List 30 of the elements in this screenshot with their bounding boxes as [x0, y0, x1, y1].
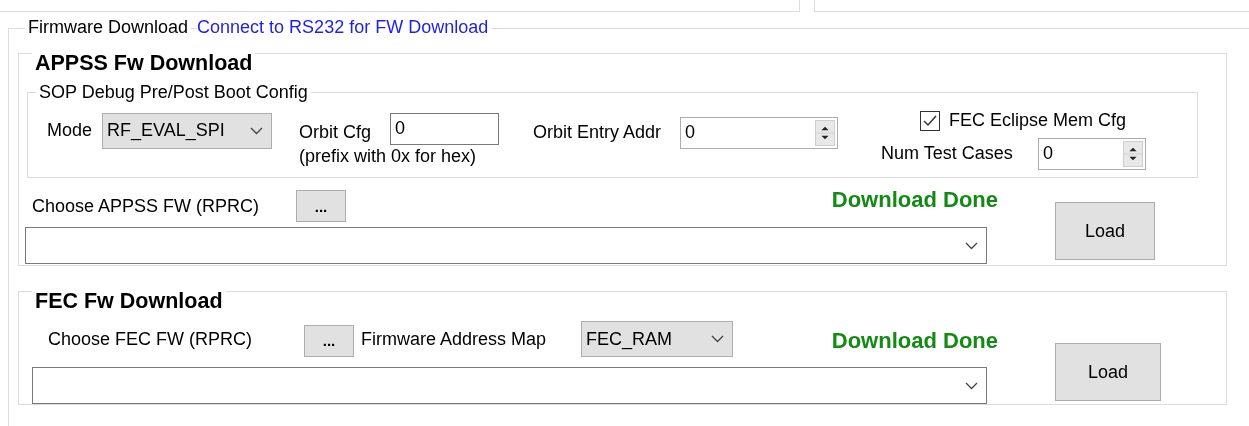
- browse-button[interactable]: ...: [296, 190, 346, 223]
- load-button[interactable]: Load: [1055, 202, 1155, 261]
- browse-button[interactable]: ...: [304, 324, 354, 357]
- group-title: SOP Debug Pre/Post Boot Config: [36, 82, 311, 104]
- mode-dropdown[interactable]: RF_EVAL_SPI: [102, 113, 272, 149]
- checkbox[interactable]: [920, 110, 940, 131]
- field-label: Mode: [47, 120, 94, 142]
- field-label: Choose APPSS FW (RPRC): [32, 195, 261, 218]
- file-combobox[interactable]: [25, 227, 987, 265]
- orbit-entry-spinner[interactable]: 0: [680, 117, 838, 149]
- field-label: Firmware Address Map: [361, 328, 548, 351]
- checkbox-label: FEC Eclipse Mem Cfg: [949, 110, 1127, 132]
- chevron-down-icon: [965, 241, 978, 250]
- spin-arrows-icon[interactable]: [1123, 140, 1143, 167]
- file-combobox[interactable]: [32, 367, 987, 405]
- field-label: Orbit Cfg: [299, 122, 373, 144]
- address-map-dropdown[interactable]: FEC_RAM: [581, 321, 733, 358]
- field-label: Choose FEC FW (RPRC): [48, 328, 254, 351]
- orbit-cfg-field[interactable]: 0: [390, 113, 499, 145]
- spin-arrows-icon[interactable]: [815, 120, 835, 146]
- field-label: Num Test Cases: [881, 142, 1014, 165]
- field-label: Orbit Entry Addr: [533, 122, 663, 144]
- status-text: Download Done: [831, 187, 998, 214]
- hint-text: (prefix with 0x for hex): [299, 146, 477, 168]
- status-text: Download Done: [831, 328, 998, 355]
- load-button[interactable]: Load: [1055, 343, 1161, 402]
- chevron-down-icon: [250, 127, 263, 135]
- chevron-down-icon: [711, 335, 724, 344]
- num-test-spinner[interactable]: 0: [1038, 137, 1146, 170]
- chevron-down-icon: [965, 381, 978, 390]
